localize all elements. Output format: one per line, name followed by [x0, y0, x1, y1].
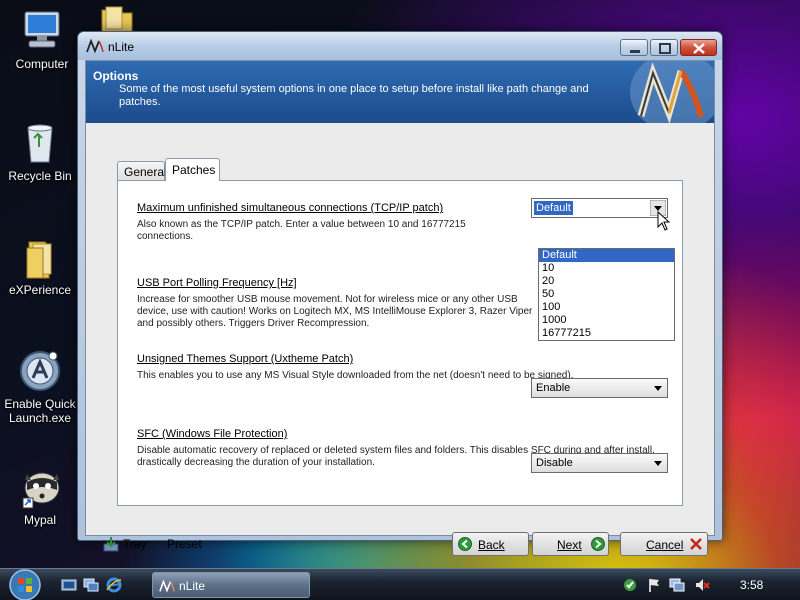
cancel-x-icon — [690, 538, 702, 550]
computer-icon — [24, 11, 60, 48]
minimize-icon — [630, 50, 640, 53]
folder-icon — [26, 241, 52, 279]
clock[interactable]: 3:58 — [740, 578, 763, 592]
desktop-icon-recycle-bin[interactable]: Recycle Bin — [0, 120, 82, 183]
desktop-icon-label: Enable Quick Launch.exe — [4, 397, 76, 425]
nlite-window: nLite Options Some of the most useful sy… — [77, 31, 723, 556]
network-monitor-icon[interactable] — [669, 577, 685, 593]
dropdown-option[interactable]: 10 — [539, 262, 674, 275]
action-center-flag-icon[interactable] — [646, 577, 662, 593]
title-bar[interactable]: nLite — [78, 32, 722, 60]
usb-polling-option-description: Increase for smoother USB mouse movement… — [137, 294, 533, 329]
patches-panel: Maximum unfinished simultaneous connecti… — [117, 180, 683, 506]
desktop-icon-enable-quick-launch[interactable]: Enable Quick Launch.exe — [0, 348, 82, 425]
desktop-icon-experience[interactable]: eXPerience — [0, 234, 82, 297]
chevron-down-icon — [654, 461, 662, 466]
show-desktop-icon[interactable] — [61, 577, 77, 593]
uxtheme-option-title: Unsigned Themes Support (Uxtheme Patch) — [137, 353, 354, 365]
nlite-logo-icon — [159, 579, 175, 593]
nlite-banner-logo-icon — [630, 61, 714, 123]
window-client-area: Options Some of the most useful system o… — [85, 60, 715, 556]
desktop-icon-computer[interactable]: Computer — [0, 8, 84, 71]
mypal-raccoon-icon — [22, 472, 60, 509]
tcpip-connections-combobox[interactable]: Default — [531, 198, 668, 218]
header-band: Options Some of the most useful system o… — [86, 61, 714, 123]
page-title: Options — [93, 69, 139, 83]
tcpip-option-title: Maximum unfinished simultaneous connecti… — [137, 202, 444, 214]
dropdown-option[interactable]: Default — [539, 249, 674, 262]
combobox-value: Default — [534, 201, 573, 215]
dropdown-option[interactable]: 100 — [539, 301, 674, 314]
desktop-icon-mypal[interactable]: Mypal — [0, 464, 82, 527]
close-icon — [693, 43, 705, 54]
tray-label: Tray — [123, 537, 147, 551]
desktop-icon-label: Computer — [15, 57, 69, 71]
sfc-option-title: SFC (Windows File Protection) — [137, 428, 288, 440]
taskbar-button-nlite[interactable]: nLite — [152, 572, 310, 598]
cancel-button[interactable]: Cancel — [620, 532, 708, 556]
usb-polling-option: USB Port Polling Frequency [Hz] Increase… — [137, 277, 537, 330]
desktop-icon-label: Recycle Bin — [8, 169, 72, 183]
taskbar-button-label: nLite — [179, 579, 206, 593]
next-arrow-icon — [591, 537, 605, 551]
tcpip-option: Maximum unfinished simultaneous connecti… — [137, 202, 497, 243]
back-button-label: Back — [478, 538, 505, 552]
recycle-bin-icon — [27, 124, 53, 163]
desktop-icon-label: eXPerience — [8, 283, 72, 297]
sfc-combobox[interactable]: Disable — [531, 453, 668, 473]
back-arrow-icon — [458, 537, 472, 551]
folder-icon[interactable] — [100, 6, 134, 32]
usb-polling-option-title: USB Port Polling Frequency [Hz] — [137, 277, 297, 289]
tcpip-dropdown-list: Default 10 20 50 100 1000 16777215 — [538, 248, 675, 341]
taskbar: nLite 3:58 — [0, 568, 800, 600]
start-button-icon[interactable] — [5, 569, 45, 600]
window-title: nLite — [108, 40, 135, 54]
mouse-cursor-icon — [657, 211, 671, 231]
dropdown-option[interactable]: 20 — [539, 275, 674, 288]
footer-bar: Tray Preset Back Next Cancel — [86, 522, 714, 562]
combobox-value: Enable — [536, 382, 571, 394]
switch-windows-icon[interactable] — [83, 577, 99, 593]
desktop-icon-label: Mypal — [23, 513, 56, 527]
dropdown-option[interactable]: 1000 — [539, 314, 674, 327]
app-launcher-icon — [20, 351, 60, 391]
nlite-logo-icon — [86, 39, 104, 53]
volume-muted-icon[interactable] — [694, 577, 710, 593]
minimize-button[interactable] — [620, 39, 648, 56]
network-status-icon[interactable] — [622, 577, 638, 593]
close-button[interactable] — [680, 39, 717, 56]
tray-button[interactable]: Tray — [103, 536, 163, 554]
tcpip-option-description: Also known as the TCP/IP patch. Enter a … — [137, 219, 466, 242]
chevron-down-icon — [654, 386, 662, 391]
back-button[interactable]: Back — [452, 532, 529, 556]
maximize-button[interactable] — [650, 39, 678, 56]
maximize-icon — [659, 43, 671, 54]
tab-general[interactable]: General — [117, 161, 167, 181]
combobox-value: Disable — [536, 457, 573, 469]
dropdown-option[interactable]: 50 — [539, 288, 674, 301]
dropdown-option[interactable]: 16777215 — [539, 327, 674, 340]
next-button-label: Next — [557, 538, 582, 552]
internet-explorer-icon[interactable] — [106, 577, 122, 593]
preset-button[interactable]: Preset — [167, 537, 202, 551]
tab-patches[interactable]: Patches — [165, 158, 220, 181]
tray-icon — [103, 537, 119, 552]
uxtheme-combobox[interactable]: Enable — [531, 378, 668, 398]
next-button[interactable]: Next — [532, 532, 609, 556]
cancel-button-label: Cancel — [646, 538, 684, 552]
page-description: Some of the most useful system options i… — [119, 83, 589, 108]
